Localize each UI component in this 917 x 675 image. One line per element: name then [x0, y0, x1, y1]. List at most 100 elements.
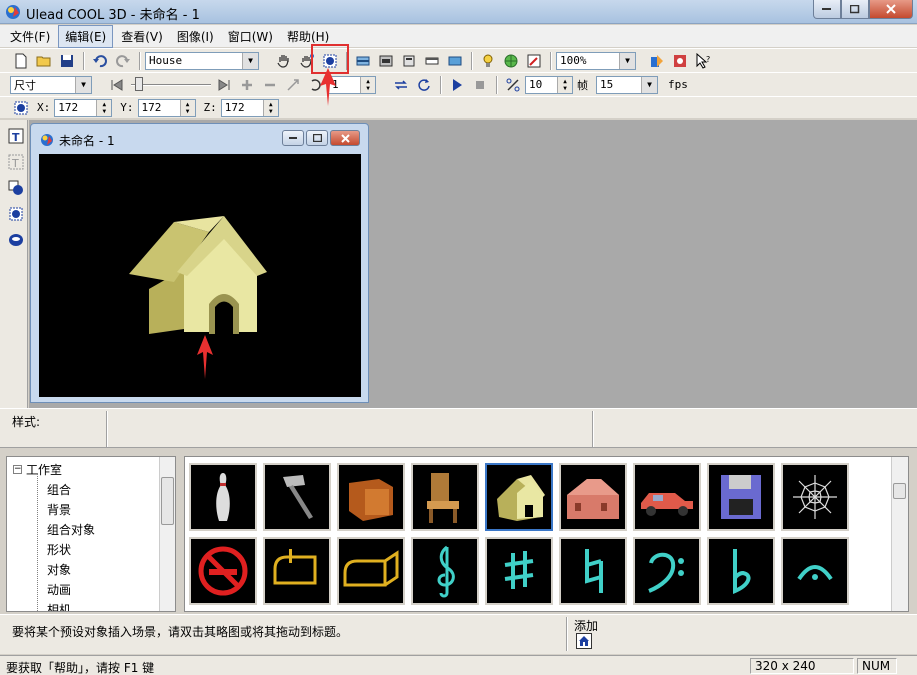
thumb-sharp[interactable]: [485, 537, 553, 605]
thumb-treble-clef[interactable]: [411, 537, 479, 605]
menu-window[interactable]: 窗口(W): [222, 26, 279, 47]
fermata-icon: [797, 565, 833, 581]
close-icon: [340, 133, 350, 143]
fps-label: fps: [668, 78, 688, 91]
view-bottom-button[interactable]: [444, 51, 465, 71]
insert-geometry-button[interactable]: [5, 230, 26, 250]
view-top-icon: [425, 57, 438, 64]
thumb-flat[interactable]: [707, 537, 775, 605]
thumb-chair[interactable]: [411, 463, 479, 531]
open-button[interactable]: [33, 51, 54, 71]
tree-scrollbar[interactable]: [159, 457, 175, 611]
doc-minimize-button[interactable]: [282, 130, 304, 146]
ping-pong-button[interactable]: [390, 75, 411, 95]
doc-close-button[interactable]: [330, 130, 360, 146]
frames-spinner[interactable]: 10 ▲ ▼: [525, 75, 573, 94]
insert-shape-button[interactable]: [5, 178, 26, 198]
globe-button[interactable]: [500, 51, 521, 71]
help-cursor-icon: ?: [696, 52, 710, 69]
minimize-button[interactable]: [813, 0, 841, 19]
repeat-button[interactable]: [413, 75, 434, 95]
tree-item-camera[interactable]: 相机: [47, 601, 71, 611]
thumb-car[interactable]: [633, 463, 701, 531]
new-button[interactable]: [10, 51, 31, 71]
redo-button[interactable]: [112, 51, 133, 71]
thumb-fermata[interactable]: [781, 537, 849, 605]
reverse-button[interactable]: [282, 75, 303, 95]
doc-restore-button[interactable]: [306, 130, 328, 146]
thumb-box[interactable]: [337, 463, 405, 531]
hammer-icon: [283, 475, 313, 519]
lightbulb-icon: [483, 54, 492, 67]
plugin-button[interactable]: [669, 51, 690, 71]
edit-text-button[interactable]: T: [5, 152, 26, 172]
remove-keyframe-button[interactable]: [259, 75, 280, 95]
render-button[interactable]: [523, 51, 544, 71]
thumb-no-smoking[interactable]: [189, 537, 257, 605]
maximize-button[interactable]: [841, 0, 869, 19]
percent-button[interactable]: [502, 75, 523, 95]
menu-image[interactable]: 图像(I): [171, 26, 220, 47]
house-icon: [497, 475, 545, 521]
context-help-button[interactable]: ?: [692, 51, 713, 71]
view-front-button[interactable]: [352, 51, 373, 71]
save-button[interactable]: [56, 51, 77, 71]
menu-file[interactable]: 文件(F): [4, 26, 56, 47]
tree-item-object[interactable]: 对象: [47, 561, 71, 578]
z-spinner[interactable]: 172 ▲ ▼: [220, 98, 279, 117]
insert-object-button[interactable]: [5, 204, 26, 224]
thumb-bass-clef[interactable]: [633, 537, 701, 605]
view-top-button[interactable]: [421, 51, 442, 71]
tree-item-group-object[interactable]: 组合对象: [47, 521, 95, 538]
first-frame-button[interactable]: [106, 75, 127, 95]
menu-view[interactable]: 查看(V): [115, 26, 169, 47]
zoom-combo[interactable]: 100% ▼: [556, 51, 636, 70]
status-bar: 要获取「帮助」，请按 F1 键 320 x 240 NUM: [0, 655, 917, 675]
view-back-button[interactable]: [375, 51, 396, 71]
rotate-hand-button[interactable]: [273, 51, 294, 71]
menu-edit[interactable]: 编辑(E): [58, 24, 114, 48]
mode-combo[interactable]: 尺寸 ▼: [10, 75, 92, 94]
thumb-hammer[interactable]: [263, 463, 331, 531]
maximize-icon: [850, 4, 860, 13]
undo-button[interactable]: [89, 51, 110, 71]
tree-item-group[interactable]: 组合: [47, 481, 71, 498]
thumb-mailbox[interactable]: [263, 537, 331, 605]
x-spinner[interactable]: 172 ▲ ▼: [54, 98, 113, 117]
y-spinner[interactable]: 172 ▲ ▼: [137, 98, 196, 117]
object-combo[interactable]: House ▼: [145, 51, 259, 70]
thumb-mailbox-open[interactable]: [337, 537, 405, 605]
view-side-button[interactable]: [398, 51, 419, 71]
thumb-bowling-pin[interactable]: [189, 463, 257, 531]
thumb-natural[interactable]: [559, 537, 627, 605]
stop-button[interactable]: [469, 75, 490, 95]
scrollbar-thumb[interactable]: [893, 483, 906, 499]
tree-item-shape[interactable]: 形状: [47, 541, 71, 558]
undo-icon: [92, 54, 107, 67]
tree-item-background[interactable]: 背景: [47, 501, 71, 518]
thumb-house[interactable]: [485, 463, 553, 531]
chevron-down-icon: ▼: [641, 76, 657, 93]
export-button[interactable]: [646, 51, 667, 71]
fps-combo[interactable]: 15 ▼: [596, 75, 658, 94]
thumb-floppy-disk[interactable]: [707, 463, 775, 531]
thumb-barn[interactable]: [559, 463, 627, 531]
insert-text-button[interactable]: T: [5, 126, 26, 146]
library-tree[interactable]: − 工作室 组合 背景 组合对象 形状 对象 动画 相机: [6, 456, 176, 612]
light-button[interactable]: [477, 51, 498, 71]
timeline-slider[interactable]: [129, 76, 213, 94]
add-house-icon[interactable]: [576, 633, 592, 649]
collapse-icon[interactable]: −: [13, 465, 22, 474]
save-icon: [60, 54, 73, 67]
close-button[interactable]: [869, 0, 913, 19]
tree-item-animation[interactable]: 动画: [47, 581, 71, 598]
preset-gallery[interactable]: [184, 456, 909, 612]
gallery-scrollbar[interactable]: [891, 457, 908, 611]
last-frame-button[interactable]: [213, 75, 234, 95]
position-mode-button[interactable]: [10, 98, 31, 118]
add-keyframe-button[interactable]: [236, 75, 257, 95]
scrollbar-thumb[interactable]: [161, 477, 174, 525]
thumb-spider-web[interactable]: [781, 463, 849, 531]
slider-thumb[interactable]: [135, 76, 143, 91]
play-button[interactable]: [446, 75, 467, 95]
